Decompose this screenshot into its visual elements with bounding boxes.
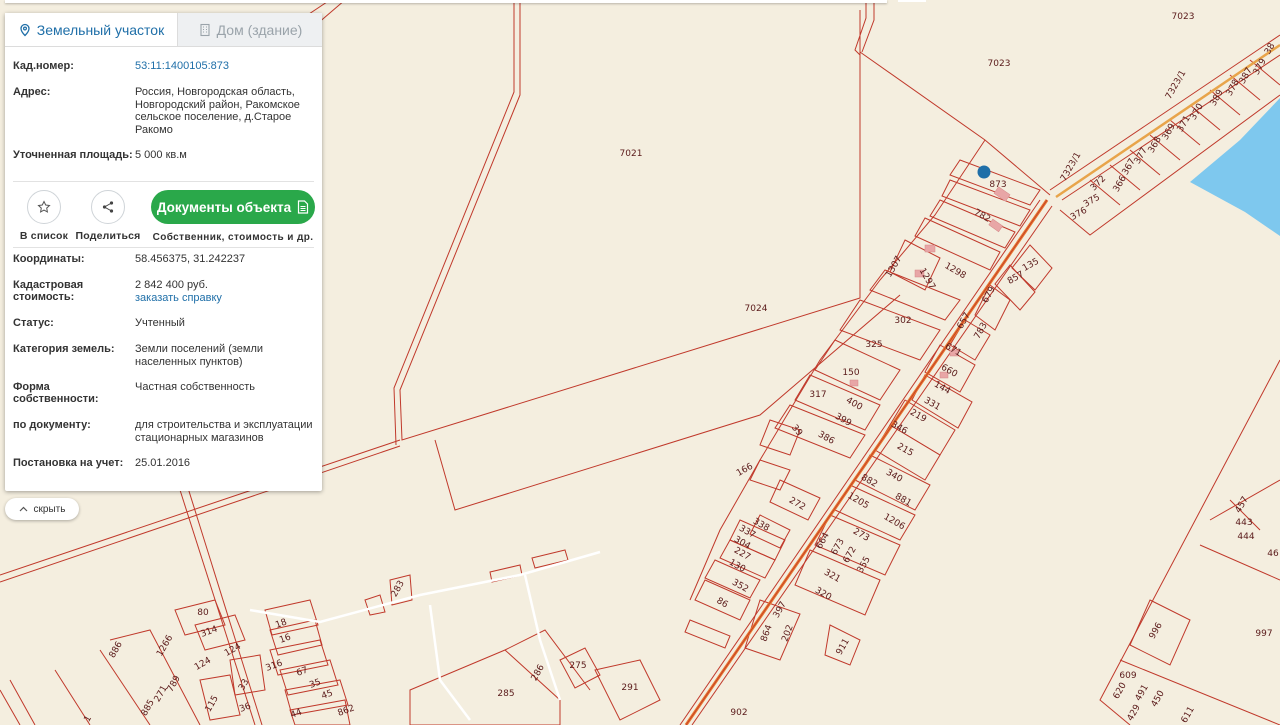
parcel-number-label: 46 xyxy=(1267,549,1279,559)
row-value: 58.456375, 31.242237 xyxy=(135,253,246,265)
search-bar-edge xyxy=(5,0,887,3)
row-key: Кадастровая стоимость: xyxy=(13,279,84,303)
parcel-number-label: 317 xyxy=(809,390,826,400)
row-value: для строительства и эксплуатации стацион… xyxy=(135,419,313,444)
tab-building-label: Дом (здание) xyxy=(216,21,303,38)
share-button[interactable]: Поделиться xyxy=(73,190,143,242)
row-coordinates: Координаты: 58.456375, 31.242237 xyxy=(5,253,322,279)
row-value: Частная собственность xyxy=(135,381,256,393)
object-documents-label: Документы объекта xyxy=(156,199,292,215)
row-key: Постановка на учет: xyxy=(13,457,124,469)
parcel-number-label: 997 xyxy=(1255,629,1272,639)
panel-tabs: Земельный участок Дом (здание) xyxy=(5,13,322,47)
row-value: Учтенный xyxy=(135,317,185,329)
row-address: Адрес: Россия, Новгородская область, Нов… xyxy=(5,86,322,149)
row-cadastral-number: Кад.номер: 53:11:1400105:873 xyxy=(5,60,322,86)
parcel-number-label: 443 xyxy=(1235,518,1252,528)
object-documents-button[interactable]: Документы объекта xyxy=(151,190,315,224)
documents-caption: Собственник, стоимость и др. xyxy=(152,232,314,243)
parcel-number-label: 7024 xyxy=(745,304,768,314)
building-icon xyxy=(200,23,210,36)
share-icon xyxy=(91,190,125,224)
toolbar-edge xyxy=(898,0,926,2)
row-key: по документу: xyxy=(13,419,91,431)
row-land-category: Категория земель: Земли поселений (земли… xyxy=(5,343,322,381)
row-value: Земли поселений (земли населенных пункто… xyxy=(135,343,264,368)
parcel-number-label: 325 xyxy=(865,340,882,350)
row-registration-date: Постановка на учет: 25.01.2016 xyxy=(5,457,322,487)
parcel-number-label: 275 xyxy=(569,661,586,671)
info-bottom-section: Координаты: 58.456375, 31.242237 Кадастр… xyxy=(5,253,322,487)
parcel-number-label: 291 xyxy=(621,683,638,693)
parcel-number-label: 902 xyxy=(730,708,747,718)
row-key: Статус: xyxy=(13,317,54,329)
parcel-number-label: 7021 xyxy=(620,149,643,159)
selected-parcel-marker xyxy=(977,165,991,179)
row-key: Уточненная площадь: xyxy=(13,149,133,161)
action-bar: В список Поделиться Документы объекта Со… xyxy=(13,181,315,248)
share-label: Поделиться xyxy=(75,230,141,242)
parcel-number-label: 80 xyxy=(197,608,209,618)
parcel-number-label: 873 xyxy=(989,180,1006,190)
row-key: Категория земель: xyxy=(13,343,115,355)
star-icon xyxy=(27,190,61,224)
location-pin-icon xyxy=(20,23,30,36)
parcel-number-label: 7023 xyxy=(1172,12,1195,22)
order-certificate-link[interactable]: заказать справку xyxy=(135,292,314,305)
cadastral-number-link[interactable]: 53:11:1400105:873 xyxy=(135,60,314,86)
row-value: Россия, Новгородская область, Новгородск… xyxy=(135,86,300,136)
add-to-list-button[interactable]: В список xyxy=(15,190,73,242)
tab-building[interactable]: Дом (здание) xyxy=(177,13,322,46)
row-cadastral-value: Кадастровая стоимость: 2 842 400 руб. за… xyxy=(5,279,322,317)
row-key: Кад.номер: xyxy=(13,60,74,72)
row-key: Адрес: xyxy=(13,86,51,98)
chevron-up-icon xyxy=(19,506,27,512)
parcel-number-label: 302 xyxy=(894,316,911,326)
row-ownership: Форма собственности: Частная собственнос… xyxy=(5,381,322,419)
row-key: Координаты: xyxy=(13,253,85,265)
row-value: 25.01.2016 xyxy=(135,457,191,469)
row-value-group: 2 842 400 руб. заказать справку xyxy=(135,279,314,317)
parcel-number-label: 285 xyxy=(497,689,514,699)
info-top-section: Кад.номер: 53:11:1400105:873 Адрес: Росс… xyxy=(5,60,322,179)
parcel-number-label: 7023 xyxy=(988,59,1011,69)
add-to-list-label: В список xyxy=(19,230,69,242)
row-status: Статус: Учтенный xyxy=(5,317,322,343)
hide-panel-label: скрыть xyxy=(33,503,66,515)
row-permitted-use: по документу: для строительства и эксплу… xyxy=(5,419,322,457)
parcel-info-panel: Земельный участок Дом (здание) Кад.номер… xyxy=(5,13,322,491)
parcel-number-label: 150 xyxy=(842,368,859,378)
row-area: Уточненная площадь: 5 000 кв.м xyxy=(5,149,322,179)
row-value: 5 000 кв.м xyxy=(135,149,187,161)
document-icon xyxy=(298,200,309,214)
parcel-number-label: 609 xyxy=(1119,671,1136,681)
cadastral-value: 2 842 400 руб. xyxy=(135,279,208,291)
row-key: Форма собственности: xyxy=(13,381,99,405)
parcel-number-label: 444 xyxy=(1237,532,1254,542)
hide-panel-button[interactable]: скрыть xyxy=(5,498,79,520)
tab-land-plot-label: Земельный участок xyxy=(36,21,165,38)
tab-land-plot[interactable]: Земельный участок xyxy=(5,13,177,46)
